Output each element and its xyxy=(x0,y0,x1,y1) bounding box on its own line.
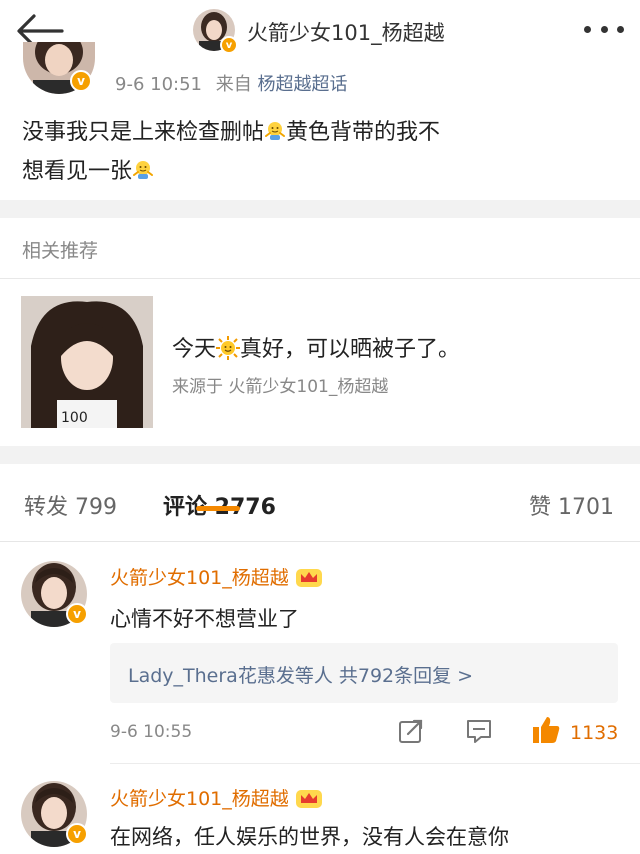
post-time: 9-6 10:51 xyxy=(115,74,202,95)
verified-badge-icon: v xyxy=(70,70,92,92)
tab-repost[interactable]: 转发 799 xyxy=(24,489,117,521)
tab-like[interactable]: 赞 1701 xyxy=(529,489,614,521)
post-text-3: 想看见一张 xyxy=(22,159,133,184)
thumbs-up-icon[interactable] xyxy=(530,714,562,746)
verified-badge-icon: v xyxy=(220,36,238,54)
divider xyxy=(110,763,640,764)
reply-summary-box[interactable]: Lady_Thera花惠发等人 共792条回复 > xyxy=(110,643,618,703)
comment-text: 心情不好不想营业了 xyxy=(110,607,299,631)
crown-icon xyxy=(295,566,323,588)
tab-active-indicator xyxy=(196,506,240,511)
post-source-link[interactable]: 杨超越超话 xyxy=(257,74,347,95)
tab-comment[interactable]: 评论 2776 xyxy=(163,489,276,521)
verified-badge-icon: v xyxy=(66,823,88,845)
verified-badge-icon: v xyxy=(66,603,88,625)
comment-author-name[interactable]: 火箭少女101_杨超越 xyxy=(110,563,323,590)
post-body: 没事我只是上来检查删帖 黄色背带的我不 想看见一张 xyxy=(22,113,582,191)
more-dots-icon[interactable] xyxy=(584,26,624,36)
svg-text:100: 100 xyxy=(61,410,88,426)
like-count: 1133 xyxy=(570,722,619,744)
comment-icon[interactable] xyxy=(465,717,493,745)
comment-time: 9-6 10:55 xyxy=(110,722,193,742)
shrug-emoji-icon xyxy=(264,116,286,140)
top-nav-bar: v 火箭少女101_杨超越 xyxy=(0,0,640,62)
post-source-prefix: 来自 xyxy=(215,74,252,95)
shrug-emoji-icon xyxy=(132,155,154,179)
crown-icon xyxy=(295,787,323,809)
post-text-2: 黄色背带的我不 xyxy=(286,120,441,145)
post-meta: 9-6 10:51 来自 杨超越超话 xyxy=(115,70,347,96)
reply-summary-link[interactable]: Lady_Thera花惠发等人 共792条回复 > xyxy=(128,661,473,688)
divider xyxy=(0,278,640,279)
nav-title: 火箭少女101_杨超越 xyxy=(247,21,445,45)
section-divider xyxy=(0,200,640,218)
section-divider xyxy=(0,446,640,464)
sun-emoji-icon xyxy=(216,336,241,360)
tab-bar: 转发 799 评论 2776 赞 1701 xyxy=(0,468,640,540)
comment-author-text: 火箭少女101_杨超越 xyxy=(110,567,289,589)
related-text-2: 真好，可以晒被子了。 xyxy=(240,337,461,362)
comment-text: 在网络，任人娱乐的世界，没有人会在意你 xyxy=(110,825,509,849)
related-text-1: 今天 xyxy=(172,337,217,362)
repost-icon[interactable] xyxy=(397,717,425,745)
divider xyxy=(0,541,640,542)
related-thumbnail[interactable]: 100 xyxy=(21,296,153,428)
related-title: 相关推荐 xyxy=(22,240,99,262)
comment-author-text: 火箭少女101_杨超越 xyxy=(110,788,289,810)
post-text-1: 没事我只是上来检查删帖 xyxy=(22,120,265,145)
related-text[interactable]: 今天 真好，可以晒被子了。 xyxy=(172,331,460,363)
comment-author-name[interactable]: 火箭少女101_杨超越 xyxy=(110,784,323,811)
related-source: 来源于 火箭少女101_杨超越 xyxy=(172,377,389,397)
